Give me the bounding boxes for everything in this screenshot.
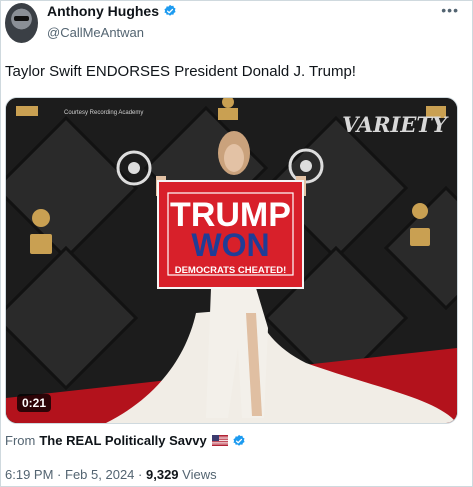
post-date[interactable]: Feb 5, 2024 [65, 467, 134, 482]
separator-dot: · [57, 467, 62, 482]
variety-watermark: VARIETY [342, 112, 447, 137]
video-duration-badge: 0:21 [17, 394, 52, 412]
more-options-icon[interactable]: ••• [441, 2, 459, 18]
views-label: Views [182, 467, 217, 482]
verified-badge-icon [233, 434, 245, 446]
author-display-name[interactable]: Anthony Hughes [47, 3, 159, 19]
post-time[interactable]: 6:19 PM [5, 467, 53, 482]
flag-line-3: DEMOCRATS CHEATED! [175, 265, 287, 276]
video-player[interactable]: TRUMP WON DEMOCRATS CHEATED! Courtesy Re… [5, 97, 458, 424]
courtesy-caption: Courtesy Recording Academy [64, 110, 144, 116]
source-prefix: From [5, 433, 36, 448]
author-handle[interactable]: @CallMeAntwan [47, 25, 144, 40]
flag-line-2: WON [191, 227, 269, 263]
tweet-metadata: 6:19 PM · Feb 5, 2024 · 9,329 Views [5, 467, 217, 482]
source-account-link[interactable]: The REAL Politically Savvy [39, 433, 206, 448]
separator-dot: · [138, 467, 143, 482]
tweet-text: Taylor Swift ENDORSES President Donald J… [5, 63, 356, 80]
views-count: 9,329 [146, 467, 179, 482]
author-name-row[interactable]: Anthony Hughes [47, 3, 177, 19]
avatar[interactable] [5, 3, 38, 43]
source-attribution: From The REAL Politically Savvy [5, 433, 246, 448]
verified-badge-icon [164, 4, 176, 16]
us-flag-icon [211, 435, 228, 446]
flag-text: TRUMP WON DEMOCRATS CHEATED! [170, 196, 291, 276]
